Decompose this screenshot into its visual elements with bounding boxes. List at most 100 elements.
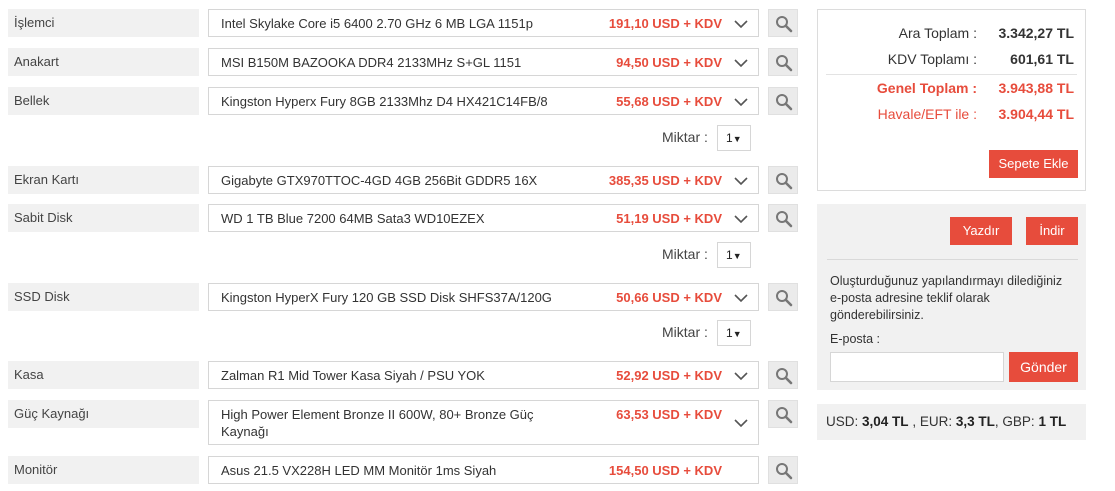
product-name: Asus 21.5 VX228H LED MM Monitör 1ms Siya… [221, 463, 497, 478]
exchange-rates: USD: 3,04 TL , EUR: 3,3 TL, GBP: 1 TL [817, 404, 1086, 440]
total-value: 3.943,88 TL [998, 80, 1075, 96]
eur-rate: 3,3 TL [955, 414, 995, 429]
quantity-select[interactable]: 1▼ [717, 242, 751, 268]
product-price: 94,50 USD + KDV [616, 55, 722, 70]
print-button[interactable]: Yazdır [950, 217, 1012, 245]
quantity-label: Miktar : [662, 129, 708, 145]
total-label: Genel Toplam : [876, 80, 977, 96]
email-message: Oluşturduğunuz yapılandırmayı dilediğini… [830, 274, 1063, 322]
product-price: 50,66 USD + KDV [616, 290, 722, 305]
product-select[interactable]: Intel Skylake Core i5 6400 2.70 GHz 6 MB… [208, 9, 759, 37]
gbp-rate: 1 TL [1038, 414, 1067, 429]
download-button[interactable]: İndir [1026, 217, 1078, 245]
product-select[interactable]: Zalman R1 Mid Tower Kasa Siyah / PSU YOK… [208, 361, 759, 389]
subtotal-line: Ara Toplam : 3.342,27 TL [826, 25, 1077, 45]
chevron-down-icon [734, 177, 748, 186]
chevron-down-icon [734, 294, 748, 303]
search-icon [776, 211, 793, 228]
product-name: Intel Skylake Core i5 6400 2.70 GHz 6 MB… [221, 16, 533, 31]
actions-panel: Yazdır İndir Oluşturduğunuz yapılandırma… [817, 204, 1086, 390]
category-label: Güç Kaynağı [8, 400, 199, 428]
search-button[interactable] [768, 48, 798, 76]
chevron-down-icon [734, 419, 748, 428]
chevron-down-icon [734, 98, 748, 107]
vat-line: KDV Toplamı : 601,61 TL [826, 51, 1077, 71]
category-label: Monitör [8, 456, 199, 484]
product-name: WD 1 TB Blue 7200 64MB Sata3 WD10EZEX [221, 211, 485, 226]
product-select[interactable]: MSI B150M BAZOOKA DDR4 2133MHz S+GL 1151… [208, 48, 759, 76]
email-input[interactable] [830, 352, 1004, 382]
product-name-line2: Kaynağı [221, 424, 269, 439]
product-select[interactable]: Asus 21.5 VX228H LED MM Monitör 1ms Siya… [208, 456, 759, 484]
add-to-cart-button[interactable]: Sepete Ekle [989, 150, 1078, 178]
product-name: Kingston Hyperx Fury 8GB 2133Mhz D4 HX42… [221, 94, 548, 109]
chevron-down-icon [734, 215, 748, 224]
search-button[interactable] [768, 87, 798, 115]
eur-label: EUR: [919, 414, 953, 429]
vat-label: KDV Toplamı : [887, 51, 977, 67]
category-label: Ekran Kartı [8, 166, 199, 194]
search-button[interactable] [768, 456, 798, 484]
product-name: Gigabyte GTX970TTOC-4GD 4GB 256Bit GDDR5… [221, 173, 538, 188]
product-select[interactable]: Gigabyte GTX970TTOC-4GD 4GB 256Bit GDDR5… [208, 166, 759, 194]
subtotal-value: 3.342,27 TL [998, 25, 1075, 41]
product-price: 55,68 USD + KDV [616, 94, 722, 109]
search-button[interactable] [768, 400, 798, 428]
search-button[interactable] [768, 166, 798, 194]
category-label: Bellek [8, 87, 199, 115]
caret-down-icon: ▼ [732, 251, 742, 261]
transfer-value: 3.904,44 TL [998, 106, 1075, 122]
order-summary: Ara Toplam : 3.342,27 TL KDV Toplamı : 6… [817, 9, 1086, 191]
quantity-label: Miktar : [662, 324, 708, 340]
search-icon [776, 368, 793, 385]
product-select[interactable]: Kingston HyperX Fury 120 GB SSD Disk SHF… [208, 283, 759, 311]
search-icon [776, 463, 793, 480]
search-icon [776, 94, 793, 111]
transfer-line: Havale/EFT ile : 3.904,44 TL [826, 106, 1077, 126]
product-name: Kingston HyperX Fury 120 GB SSD Disk SHF… [221, 290, 552, 305]
product-name: Zalman R1 Mid Tower Kasa Siyah / PSU YOK [221, 368, 485, 383]
product-select[interactable]: WD 1 TB Blue 7200 64MB Sata3 WD10EZEX 51… [208, 204, 759, 232]
product-price: 63,53 USD + KDV [616, 407, 722, 422]
quantity-value: 1 [726, 131, 733, 145]
quantity-value: 1 [726, 326, 733, 340]
search-icon [776, 55, 793, 72]
search-icon [776, 290, 793, 307]
quantity-select[interactable]: 1▼ [717, 320, 751, 346]
product-price: 51,19 USD + KDV [616, 211, 722, 226]
usd-label: USD: [826, 414, 859, 429]
quantity-select[interactable]: 1▼ [717, 125, 751, 151]
search-icon [776, 173, 793, 190]
search-button[interactable] [768, 204, 798, 232]
product-name: MSI B150M BAZOOKA DDR4 2133MHz S+GL 1151 [221, 55, 522, 70]
vat-value: 601,61 TL [1010, 51, 1074, 67]
product-price: 154,50 USD + KDV [608, 463, 722, 478]
send-button[interactable]: Gönder [1009, 352, 1078, 382]
search-button[interactable] [768, 361, 798, 389]
product-select[interactable]: Kingston Hyperx Fury 8GB 2133Mhz D4 HX42… [208, 87, 759, 115]
search-icon [776, 16, 793, 33]
transfer-label: Havale/EFT ile : [877, 106, 977, 122]
category-label: Kasa [8, 361, 199, 389]
chevron-down-icon [734, 59, 748, 68]
quantity-value: 1 [726, 248, 733, 262]
search-button[interactable] [768, 9, 798, 37]
product-price: 191,10 USD + KDV [608, 16, 722, 31]
category-label: İşlemci [8, 9, 199, 37]
category-label: Anakart [8, 48, 199, 76]
product-select[interactable]: High Power Element Bronze II 600W, 80+ B… [208, 400, 759, 445]
panel-divider [827, 259, 1078, 260]
category-label: Sabit Disk [8, 204, 199, 232]
product-name-line1: High Power Element Bronze II 600W, 80+ B… [221, 407, 534, 422]
total-line: Genel Toplam : 3.943,88 TL [826, 80, 1077, 100]
category-label: SSD Disk [8, 283, 199, 311]
caret-down-icon: ▼ [732, 134, 742, 144]
product-price: 385,35 USD + KDV [608, 173, 722, 188]
caret-down-icon: ▼ [732, 329, 742, 339]
product-price: 52,92 USD + KDV [616, 368, 722, 383]
search-button[interactable] [768, 283, 798, 311]
quantity-label: Miktar : [662, 246, 708, 262]
subtotal-label: Ara Toplam : [898, 25, 977, 41]
usd-rate: 3,04 TL [862, 414, 909, 429]
chevron-down-icon [734, 20, 748, 29]
